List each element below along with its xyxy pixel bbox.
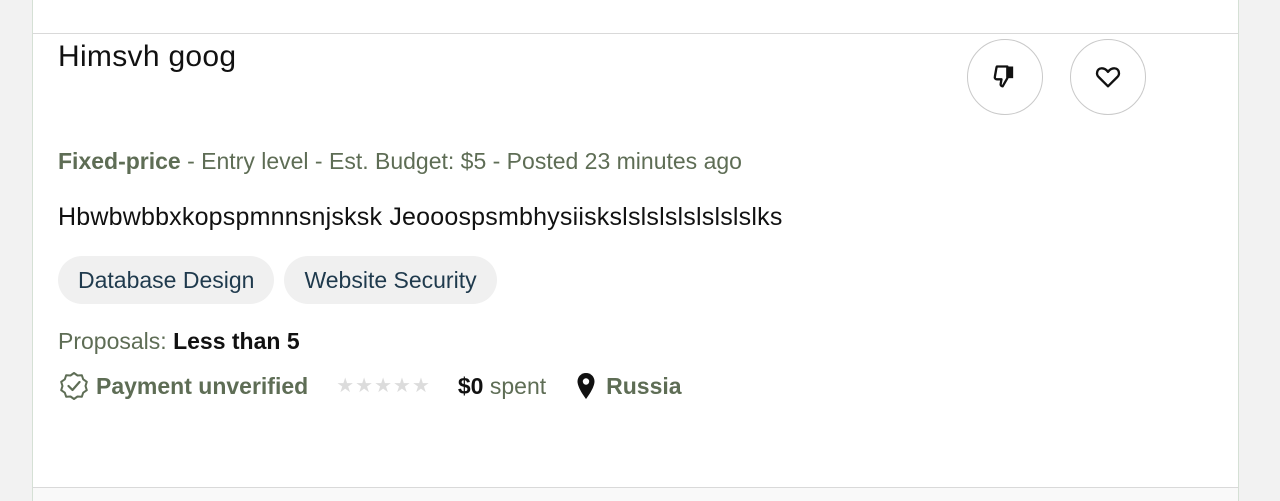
thumbs-down-icon: [993, 65, 1014, 88]
star-icon: ★: [336, 375, 355, 397]
dislike-button[interactable]: [967, 39, 1043, 115]
spent-label: spent: [483, 372, 547, 399]
job-meta-details: - Entry level - Est. Budget: $5 - Posted…: [180, 148, 742, 174]
star-icon: ★: [355, 375, 374, 397]
proposals-label: Proposals:: [58, 328, 174, 354]
job-meta: Fixed-price - Entry level - Est. Budget:…: [58, 148, 742, 175]
previous-job-card: [32, 0, 1239, 34]
next-job-card: [32, 488, 1239, 501]
verified-badge-icon: [60, 372, 88, 400]
skills-list: Database Design Website Security: [58, 256, 497, 304]
heart-icon: [1095, 67, 1121, 88]
payment-status-label: Payment unverified: [96, 372, 309, 399]
star-icon: ★: [393, 375, 411, 397]
payment-status: Payment unverified: [58, 370, 308, 402]
proposals-info: Proposals: Less than 5: [58, 328, 300, 355]
location-label: Russia: [606, 372, 682, 399]
client-location: Russia: [576, 372, 682, 400]
skill-tag[interactable]: Website Security: [284, 256, 497, 304]
map-pin-icon: [577, 373, 595, 399]
client-spent: $0 spent: [458, 373, 546, 400]
proposals-value: Less than 5: [173, 328, 300, 354]
payment-type: Fixed-price: [58, 148, 181, 174]
skill-tag[interactable]: Database Design: [58, 256, 275, 304]
save-job-button[interactable]: [1070, 39, 1146, 115]
client-info: Payment unverified ★ ★ ★ ★ ★ $0 spent Ru…: [58, 370, 682, 402]
spent-amount: $0: [457, 372, 484, 399]
job-title[interactable]: Himsvh goog: [58, 40, 236, 74]
client-rating: ★ ★ ★ ★ ★: [336, 376, 430, 396]
star-icon: ★: [374, 375, 392, 397]
star-icon: ★: [411, 375, 430, 397]
job-description: Hbwbwbbxkopspmnnsnjsksk Jeooospsmbhysiis…: [58, 203, 783, 231]
